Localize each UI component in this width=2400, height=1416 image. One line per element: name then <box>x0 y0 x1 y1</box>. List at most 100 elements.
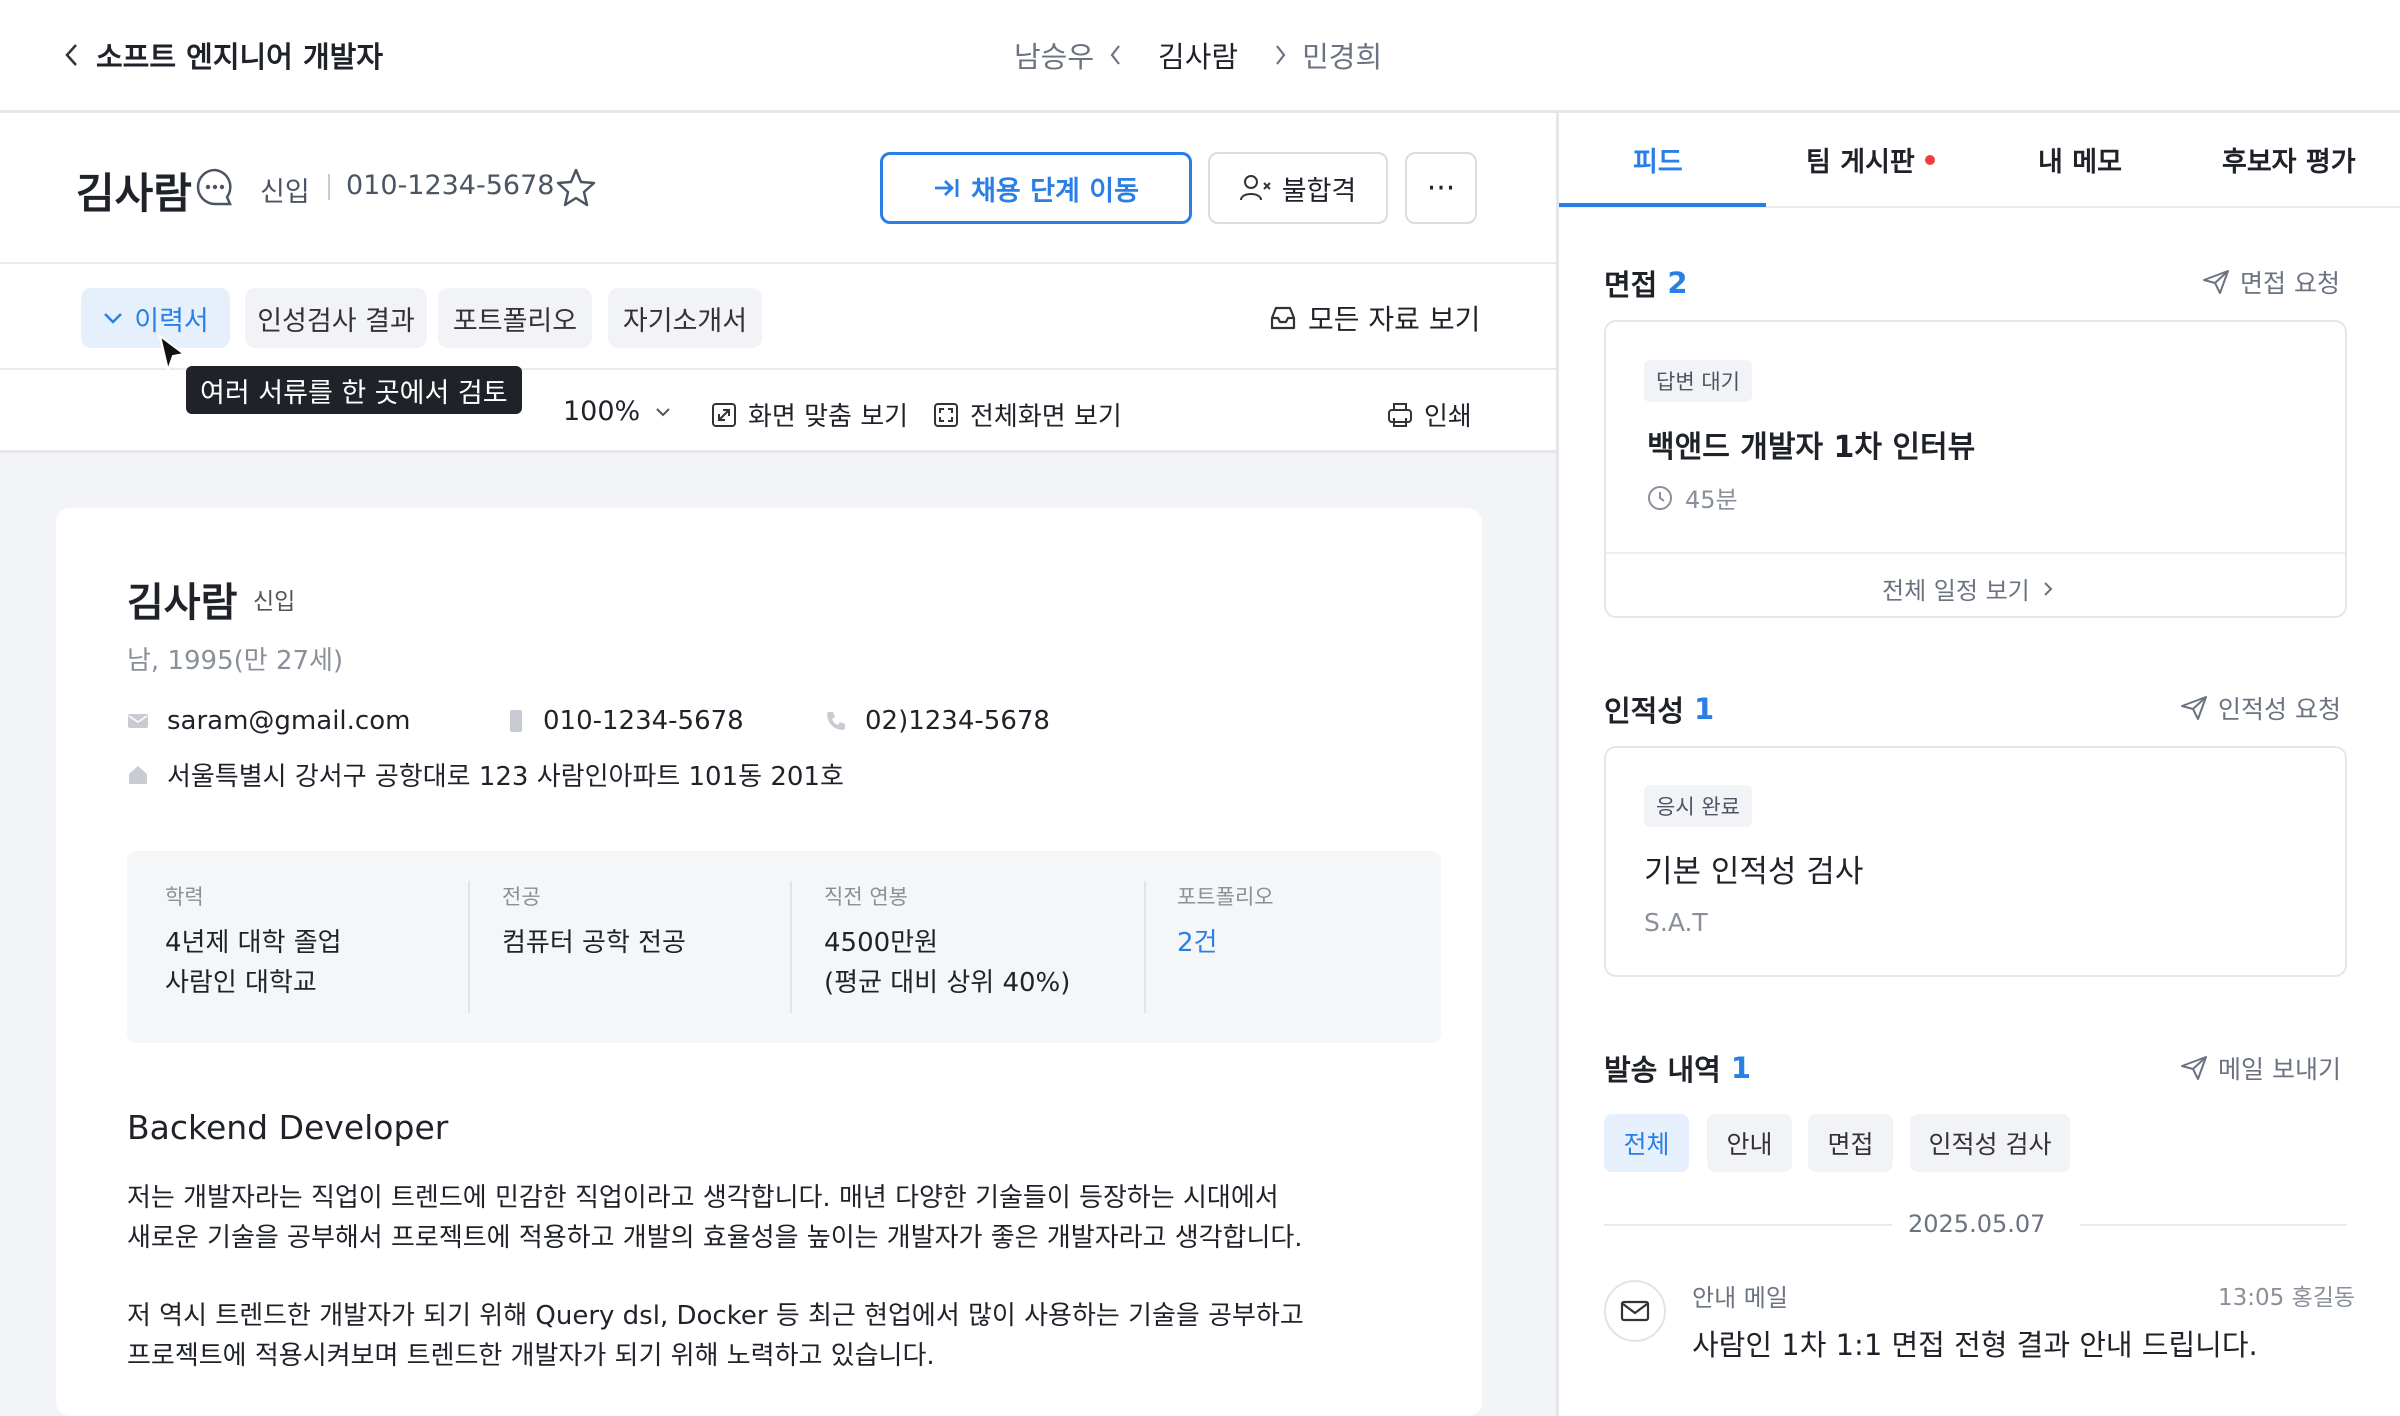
chevron-down-icon <box>656 407 670 416</box>
more-icon: ··· <box>1426 170 1456 206</box>
status-badge: 답변 대기 <box>1644 360 1752 402</box>
arrow-right-to-line-icon <box>935 179 959 197</box>
request-interview-button[interactable]: 면접 요청 <box>2202 264 2340 300</box>
next-candidate-name[interactable]: 민경희 <box>1302 34 1382 76</box>
paragraph-line: 프로젝트에 적용시켜보며 트렌드한 개발자가 되기 위해 노력하고 있습니다. <box>127 1341 935 1371</box>
print-button[interactable]: 인쇄 <box>1386 396 1472 433</box>
zoom-select[interactable]: 100% <box>563 396 672 427</box>
divider <box>1606 552 2345 554</box>
tab-feed[interactable]: 피드 <box>1633 140 1683 179</box>
active-tab-indicator <box>1559 203 1766 207</box>
tab-team-board[interactable]: 팀 게시판 <box>1806 140 1935 179</box>
fullscreen-label: 전체화면 보기 <box>970 402 1122 432</box>
fit-label: 화면 맞춤 보기 <box>748 402 909 432</box>
link-label: 전체 일정 보기 <box>1882 577 2030 605</box>
mail-subject[interactable]: 사람인 1차 1:1 면접 전형 결과 안내 드립니다. <box>1692 1322 2258 1364</box>
resume-mobile: 010-1234-5678 <box>507 706 744 736</box>
summary-label: 직전 연봉 <box>824 885 908 909</box>
phone-icon <box>827 712 845 730</box>
divider <box>2080 1224 2347 1226</box>
email-value: saram@gmail.com <box>167 706 411 736</box>
summary-portfolio: 포트폴리오 2건 <box>1177 881 1274 963</box>
tel-value: 02)1234-5678 <box>865 706 1050 736</box>
send-icon <box>2181 1056 2207 1080</box>
view-all-docs-label: 모든 자료 보기 <box>1308 303 1481 336</box>
section-count: 1 <box>1694 692 1715 726</box>
tab-my-memo[interactable]: 내 메모 <box>2038 140 2122 179</box>
mobile-phone-icon <box>510 710 522 732</box>
zoom-value: 100% <box>563 396 641 427</box>
clock-icon <box>1648 485 1672 510</box>
chevron-left-icon <box>65 44 77 66</box>
send-mail-button[interactable]: 메일 보내기 <box>2180 1050 2341 1086</box>
request-aptitude-button[interactable]: 인적성 요청 <box>2180 690 2341 726</box>
divider <box>0 262 1556 264</box>
resume-paragraph: 저 역시 트렌드한 개발자가 되기 위해 Query dsl, Docker 등… <box>127 1296 1427 1376</box>
section-label: 면접 <box>1604 268 1658 302</box>
history-section-title: 발송 내역 1 <box>1604 1047 1751 1089</box>
tab-candidate-evaluation[interactable]: 후보자 평가 <box>2222 140 2356 179</box>
filter-chip-aptitude[interactable]: 인적성 검사 <box>1910 1114 2070 1172</box>
mail-icon <box>128 714 148 728</box>
summary-education: 학력 4년제 대학 졸업 사람인 대학교 <box>165 881 342 1003</box>
chevron-left-icon[interactable] <box>1108 43 1122 67</box>
doc-tab-personality-test[interactable]: 인성검사 결과 <box>245 288 427 348</box>
chevron-right-icon <box>2044 581 2053 596</box>
aptitude-section-title: 인적성 1 <box>1604 688 1714 730</box>
filter-chip-guide[interactable]: 안내 <box>1707 1114 1792 1172</box>
tab-label: 팀 게시판 <box>1806 147 1915 178</box>
resume-tel: 02)1234-5678 <box>825 706 1050 736</box>
resume-heading: Backend Developer <box>127 1108 449 1147</box>
section-count: 2 <box>1667 266 1688 300</box>
action-label: 메일 보내기 <box>2218 1055 2341 1084</box>
fullscreen-button[interactable]: 전체화면 보기 <box>932 396 1122 433</box>
mouse-cursor-icon <box>156 334 190 374</box>
interview-name: 백앤드 개발자 1차 인터뷰 <box>1647 430 1976 465</box>
resume-address: 서울특별시 강서구 공항대로 123 사람인아파트 101동 201호 <box>127 756 844 793</box>
interview-duration: 45분 <box>1647 480 1738 515</box>
filter-chip-interview[interactable]: 면접 <box>1808 1114 1893 1172</box>
doc-tab-portfolio[interactable]: 포트폴리오 <box>438 288 592 348</box>
fit-to-screen-button[interactable]: 화면 맞춤 보기 <box>710 396 908 433</box>
send-icon <box>2181 696 2207 720</box>
aptitude-test-name: 기본 인적성 검사 <box>1644 854 1864 890</box>
reject-label: 불합격 <box>1281 175 1357 207</box>
candidate-name: 김사람 <box>76 169 192 218</box>
tooltip: 여러 서류를 한 곳에서 검토 <box>186 366 522 414</box>
check-icon <box>104 313 123 324</box>
doc-tab-label: 포트폴리오 <box>452 305 578 337</box>
star-icon[interactable] <box>555 166 597 208</box>
current-candidate-name: 김사람 <box>1158 40 1239 74</box>
move-stage-button[interactable]: 채용 단계 이동 <box>880 152 1192 224</box>
paragraph-line: 새로운 기술을 공부해서 프로젝트에 적용하고 개발의 효율성을 높이는 개발자… <box>127 1223 1303 1253</box>
section-label: 인적성 <box>1604 694 1685 728</box>
chevron-right-icon[interactable] <box>1274 43 1288 67</box>
summary-label: 전공 <box>502 885 541 909</box>
mail-icon <box>1604 1280 1666 1342</box>
reject-button[interactable]: 불합격 <box>1208 152 1388 224</box>
notification-dot <box>1924 154 1935 165</box>
resume-gender-birth: 남, 1995(만 27세) <box>127 646 344 676</box>
date-separator: 2025.05.07 <box>1908 1210 2046 1238</box>
view-all-schedule-link[interactable]: 전체 일정 보기 <box>1882 571 2054 606</box>
doc-tab-label: 자기소개서 <box>622 305 748 337</box>
user-x-icon <box>1239 175 1271 201</box>
mobile-value: 010-1234-5678 <box>543 706 744 736</box>
more-options-button[interactable]: ··· <box>1405 152 1477 224</box>
filter-chip-all[interactable]: 전체 <box>1604 1114 1689 1172</box>
divider <box>790 881 792 1013</box>
doc-tab-label: 이력서 <box>134 305 209 337</box>
view-all-docs-button[interactable]: 모든 자료 보기 <box>1268 298 1480 338</box>
summary-value: 4년제 대학 졸업 <box>165 928 342 958</box>
summary-salary: 직전 연봉 4500만원 (평균 대비 상위 40%) <box>824 881 1070 1003</box>
printer-icon <box>1388 402 1412 427</box>
prev-candidate-name[interactable]: 남승우 <box>1014 34 1094 76</box>
portfolio-count-link[interactable]: 2건 <box>1177 923 1274 963</box>
summary-major: 전공 컴퓨터 공학 전공 <box>502 881 686 963</box>
paragraph-line: 저 역시 트렌드한 개발자가 되기 위해 Query dsl, Docker 등… <box>127 1301 1304 1331</box>
back-to-job-posting[interactable]: 소프트 엔지니어 개발자 <box>64 34 383 76</box>
resume-level: 신입 <box>253 589 296 615</box>
doc-tab-cover-letter[interactable]: 자기소개서 <box>608 288 762 348</box>
chat-icon[interactable] <box>194 166 236 208</box>
resume-summary-box: 학력 4년제 대학 졸업 사람인 대학교 전공 컴퓨터 공학 전공 직전 연봉 … <box>127 851 1441 1043</box>
